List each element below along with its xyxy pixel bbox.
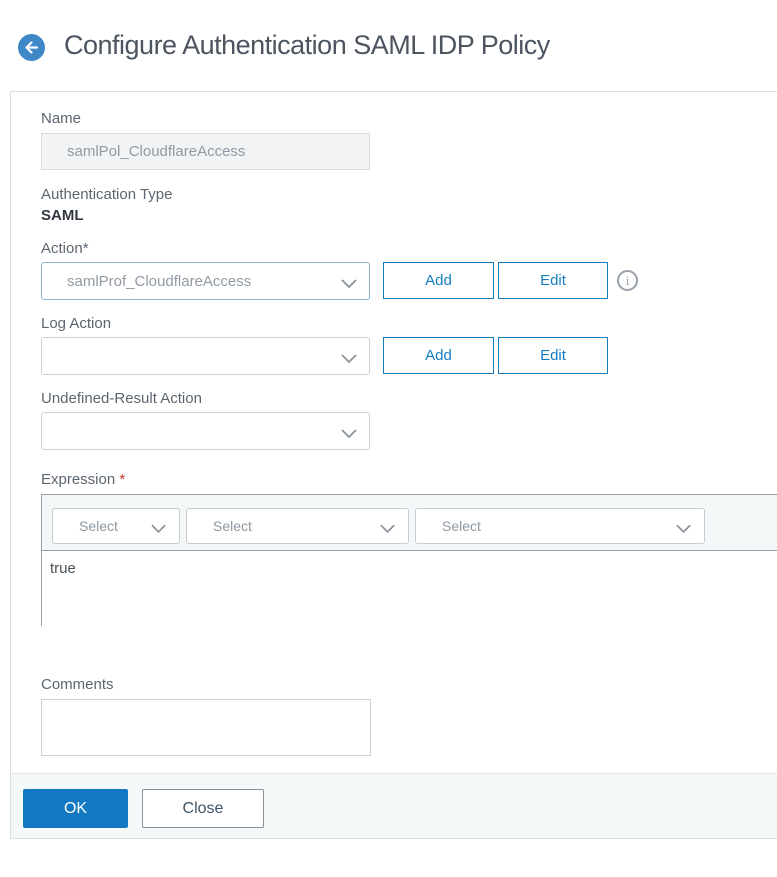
undefined-result-action-label: Undefined-Result Action xyxy=(41,390,202,407)
comments-label: Comments xyxy=(41,676,114,693)
action-select-value: samlProf_CloudflareAccess xyxy=(67,272,252,290)
log-action-label: Log Action xyxy=(41,315,112,332)
action-add-button[interactable]: Add xyxy=(383,262,494,299)
expression-select-1-value: Select xyxy=(79,518,118,534)
required-asterisk: * xyxy=(119,471,126,488)
back-button[interactable] xyxy=(18,34,45,61)
close-button[interactable]: Close xyxy=(142,789,264,828)
expression-select-2-value: Select xyxy=(213,518,252,534)
expression-select-3[interactable]: Select xyxy=(415,508,705,544)
arrow-left-icon xyxy=(24,41,39,54)
undefined-result-action-select[interactable] xyxy=(41,412,370,450)
expression-label-text: Expression xyxy=(41,471,116,488)
log-action-edit-button[interactable]: Edit xyxy=(498,337,608,374)
log-action-add-button[interactable]: Add xyxy=(383,337,494,374)
expression-editor[interactable]: true xyxy=(42,551,777,626)
expression-select-1[interactable]: Select xyxy=(52,508,180,544)
expression-label: Expression * xyxy=(41,471,125,488)
page-title: Configure Authentication SAML IDP Policy xyxy=(64,30,550,60)
action-edit-button[interactable]: Edit xyxy=(498,262,608,299)
comments-textarea[interactable] xyxy=(41,699,371,756)
footer-bar: OK Close xyxy=(11,773,777,838)
action-select[interactable]: samlProf_CloudflareAccess xyxy=(41,262,370,300)
expression-builder: Select Select Select true xyxy=(41,494,777,626)
expression-select-2[interactable]: Select xyxy=(186,508,409,544)
ok-button[interactable]: OK xyxy=(23,789,128,828)
form-panel: Name samlPol_CloudflareAccess Authentica… xyxy=(10,91,777,839)
auth-type-label: Authentication Type xyxy=(41,186,173,203)
chevron-down-icon xyxy=(151,521,166,537)
configure-saml-idp-policy-page: Configure Authentication SAML IDP Policy… xyxy=(0,0,777,877)
name-input: samlPol_CloudflareAccess xyxy=(41,133,370,170)
chevron-down-icon xyxy=(676,521,691,537)
expression-builder-toolbar: Select Select Select xyxy=(42,495,777,551)
log-action-select[interactable] xyxy=(41,337,370,375)
info-icon[interactable]: i xyxy=(617,270,638,291)
auth-type-value: SAML xyxy=(41,207,84,224)
chevron-down-icon xyxy=(341,276,357,293)
chevron-down-icon xyxy=(380,521,395,537)
name-label: Name xyxy=(41,110,82,127)
action-label: Action* xyxy=(41,240,89,257)
chevron-down-icon xyxy=(341,426,357,443)
chevron-down-icon xyxy=(341,351,357,368)
expression-select-3-value: Select xyxy=(442,518,481,534)
